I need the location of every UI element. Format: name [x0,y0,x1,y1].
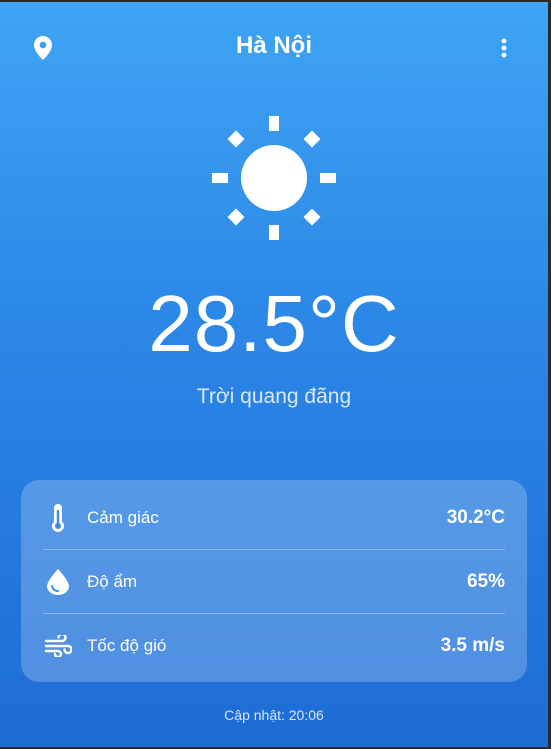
detail-label: Cảm giác [87,507,159,527]
top-bar: Hà Nội [0,2,548,92]
thermometer-icon [43,503,73,533]
wind-icon [43,631,73,661]
sun-icon [212,116,336,240]
weather-app: Hà Nội 28.5°C Trời quang đãng Cảm giác 3… [0,2,548,747]
detail-row-humidity: Độ ẩm 65% [43,550,505,613]
detail-value: 3.5 m/s [440,634,505,656]
current-temperature: 28.5°C [148,279,400,368]
detail-label: Độ ẩm [87,571,138,591]
more-menu-button[interactable] [494,35,514,61]
weather-description: Trời quang đãng [196,385,352,408]
detail-row-wind: Tốc độ gió 3.5 m/s [43,614,505,677]
detail-label: Tốc độ gió [87,635,167,655]
detail-value: 30.2°C [446,506,505,528]
detail-row-feels-like: Cảm giác 30.2°C [43,486,505,549]
more-vert-icon [501,38,507,58]
last-updated: Cập nhật: 20:06 [224,707,324,723]
details-card: Cảm giác 30.2°C Độ ẩm 65% Tốc độ gió 3.5… [21,480,527,682]
detail-value: 65% [466,570,505,592]
city-name: Hà Nội [235,32,312,59]
water-drop-icon [43,567,73,597]
